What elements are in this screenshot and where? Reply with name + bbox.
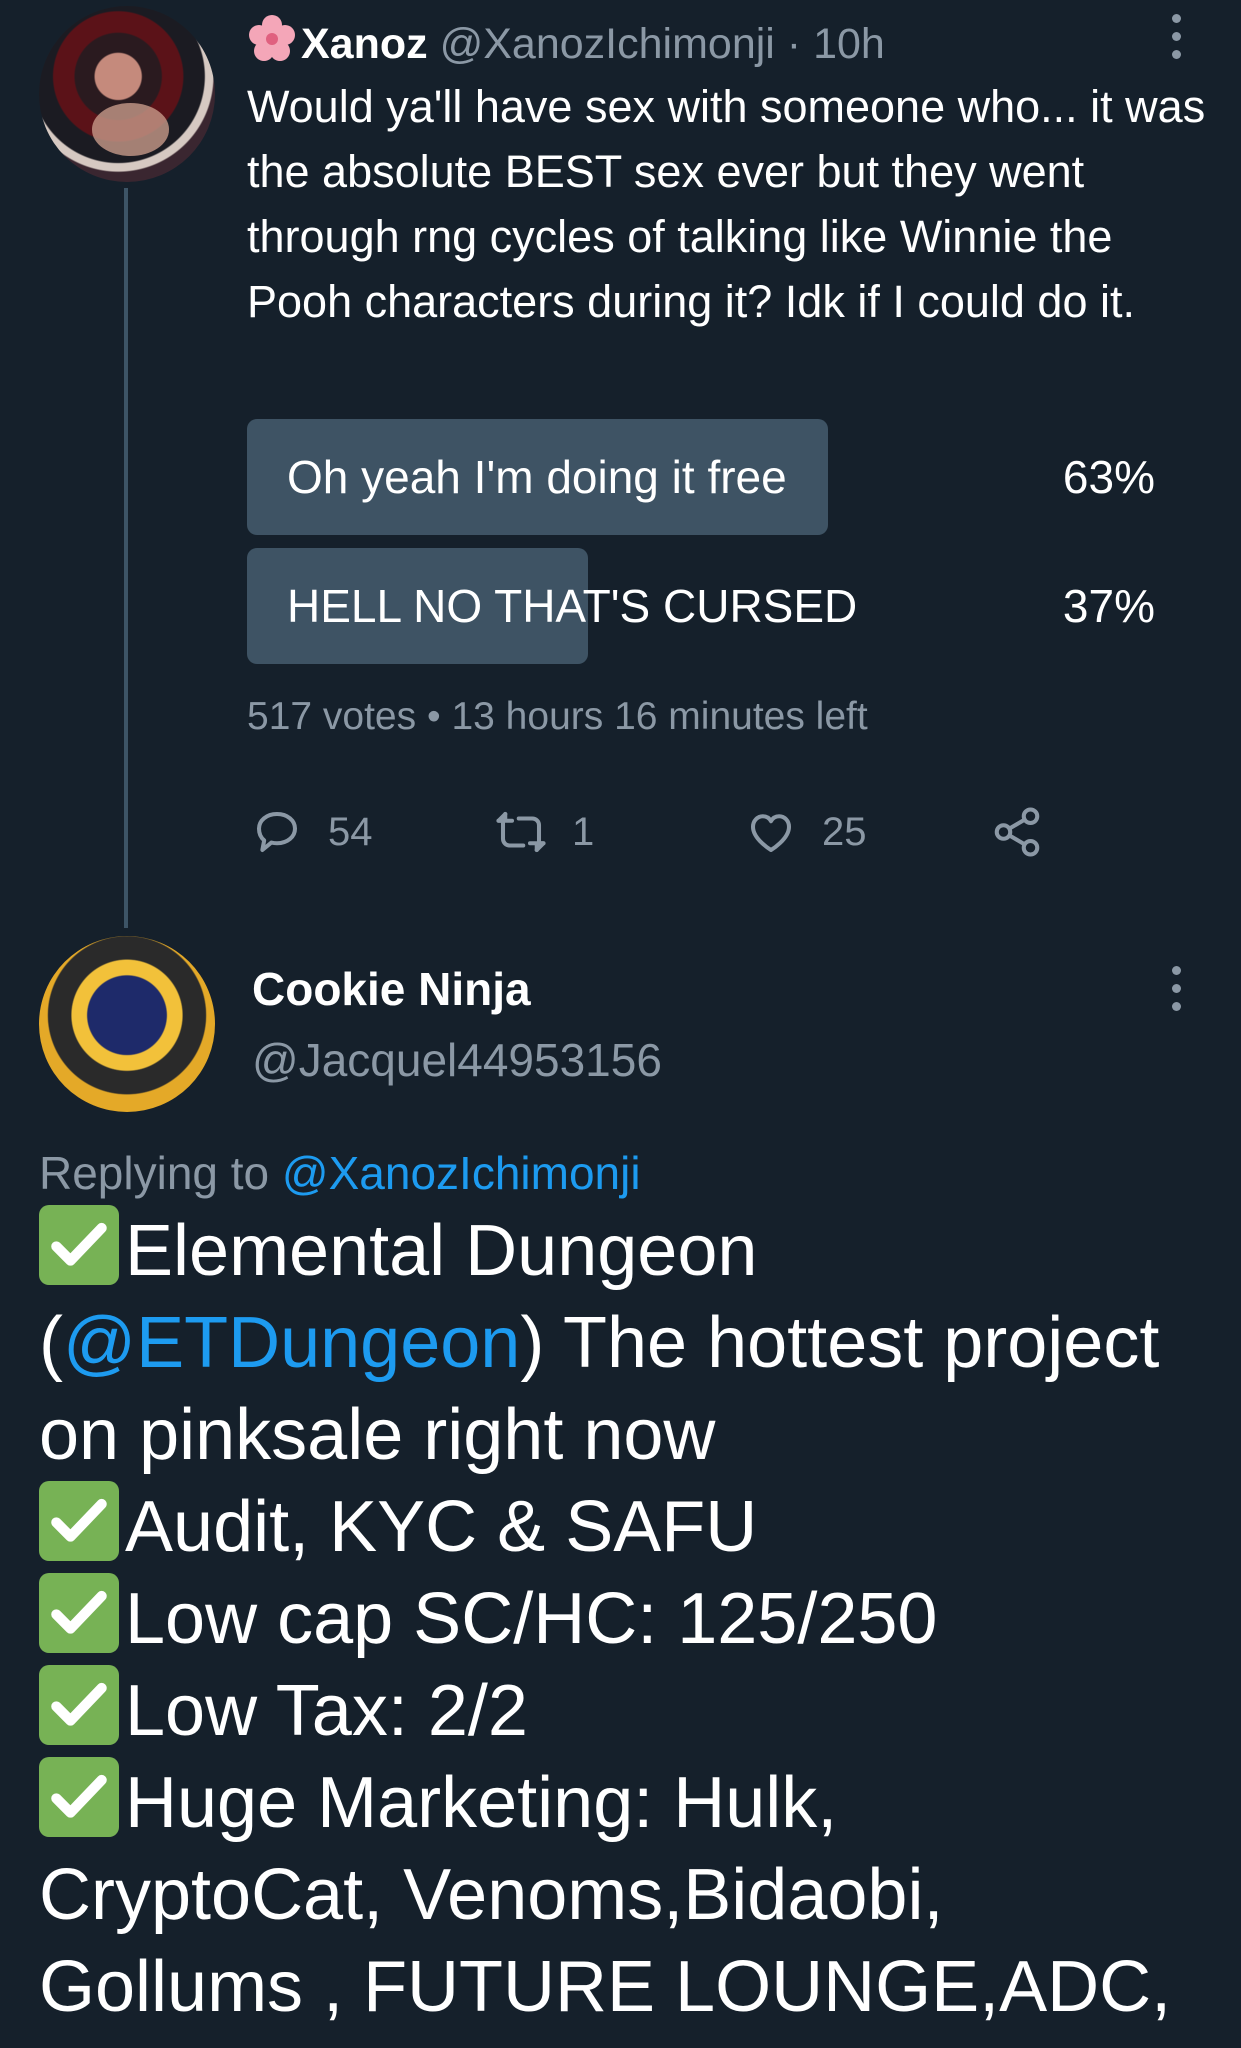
like-count: 25 [822,809,867,854]
poll-option-percent: 63% [1062,451,1155,503]
like-button[interactable]: 25 [744,800,867,864]
reply-line-text: ( [39,1303,63,1383]
reply-line: Huge Marketing: Hulk, [39,1757,1229,1849]
reply-line: on pinksale right now [39,1389,1229,1481]
poll-separator: • [426,695,441,738]
reply-icon [256,811,298,853]
reply-line: (@ETDungeon) The hottest project [39,1297,1229,1389]
check-mark-icon [39,1757,119,1837]
reply-line: Gollums , FUTURE LOUNGE,ADC, [39,1941,1229,2033]
reply-button[interactable]: 54 [250,800,373,864]
thread-connector-line [124,188,128,928]
reply-count: 54 [328,809,373,854]
reply-line-text: Elemental Dungeon [125,1211,758,1291]
tweet-time[interactable]: · 10h [787,20,885,68]
poll-meta: 517 votes • 13 hours 16 minutes left [247,690,868,744]
reply-line-text: Huge Marketing: Hulk, [125,1763,838,1843]
mention-link[interactable]: @ETDungeon [63,1303,520,1383]
reply-line: CryptoCat, Venoms,Bidaobi, [39,1849,1229,1941]
check-mark-icon [39,1573,119,1653]
replying-to: Replying to @XanozIchimonji [39,1138,641,1208]
reply-line-text: Low Tax: 2/2 [125,1671,528,1751]
reply-line: Audit, KYC & SAFU [39,1481,1229,1573]
author-name[interactable]: Cookie Ninja [252,954,531,1024]
reply-line-text: CryptoCat, Venoms,Bidaobi, [39,1855,944,1935]
poll-time-left: 13 hours 16 minutes left [451,695,868,738]
poll-option-label: Oh yeah I'm doing it free [287,451,787,503]
tweet-text: Would ya'll have sex with someone who...… [247,81,1206,327]
avatar[interactable] [39,936,215,1112]
tweet-header: Xanoz @XanozIchimonji · 10h [247,8,885,79]
check-mark-icon [39,1481,119,1561]
share-button[interactable] [990,800,1068,864]
retweet-button[interactable]: 1 [494,800,594,864]
check-mark-icon [39,1665,119,1745]
replying-to-link[interactable]: @XanozIchimonji [282,1147,641,1199]
poll-option[interactable]: HELL NO THAT'S CURSED 37% [247,548,1169,664]
reply-text: Elemental Dungeon (@ETDungeon) The hotte… [39,1205,1229,2033]
reply-line-text: Gollums , FUTURE LOUNGE,ADC, [39,1947,1172,2027]
tweet-thread-page: Xanoz @XanozIchimonji · 10h Would ya'll … [0,0,1241,2048]
share-icon [994,807,1040,857]
check-mark-icon [39,1205,119,1285]
poll-option[interactable]: Oh yeah I'm doing it free 63% [247,419,1169,535]
retweet-count: 1 [572,809,595,854]
reply-line-text: on pinksale right now [39,1395,716,1475]
more-icon[interactable] [1170,14,1182,60]
reply-line: Elemental Dungeon [39,1205,1229,1297]
avatar[interactable] [39,6,215,182]
replying-prefix: Replying to [39,1147,282,1199]
reply-line: Low cap SC/HC: 125/250 [39,1573,1229,1665]
author-name[interactable]: Xanoz [301,20,428,68]
author-handle[interactable]: @XanozIchimonji [440,20,775,68]
reply-line-text: ) The hottest project [520,1303,1160,1383]
reply-line-text: Audit, KYC & SAFU [125,1487,758,1567]
reply-line: Low Tax: 2/2 [39,1665,1229,1757]
poll-option-percent: 37% [1062,580,1155,632]
like-icon [750,814,792,853]
reply-line-text: Low cap SC/HC: 125/250 [125,1579,938,1659]
poll-votes: 517 votes [247,695,417,738]
more-icon[interactable] [1170,966,1182,1012]
author-handle[interactable]: @Jacquel44953156 [252,1025,662,1095]
poll-option-label: HELL NO THAT'S CURSED [287,580,858,632]
cherry-blossom-icon [247,14,297,64]
retweet-icon [496,811,546,853]
